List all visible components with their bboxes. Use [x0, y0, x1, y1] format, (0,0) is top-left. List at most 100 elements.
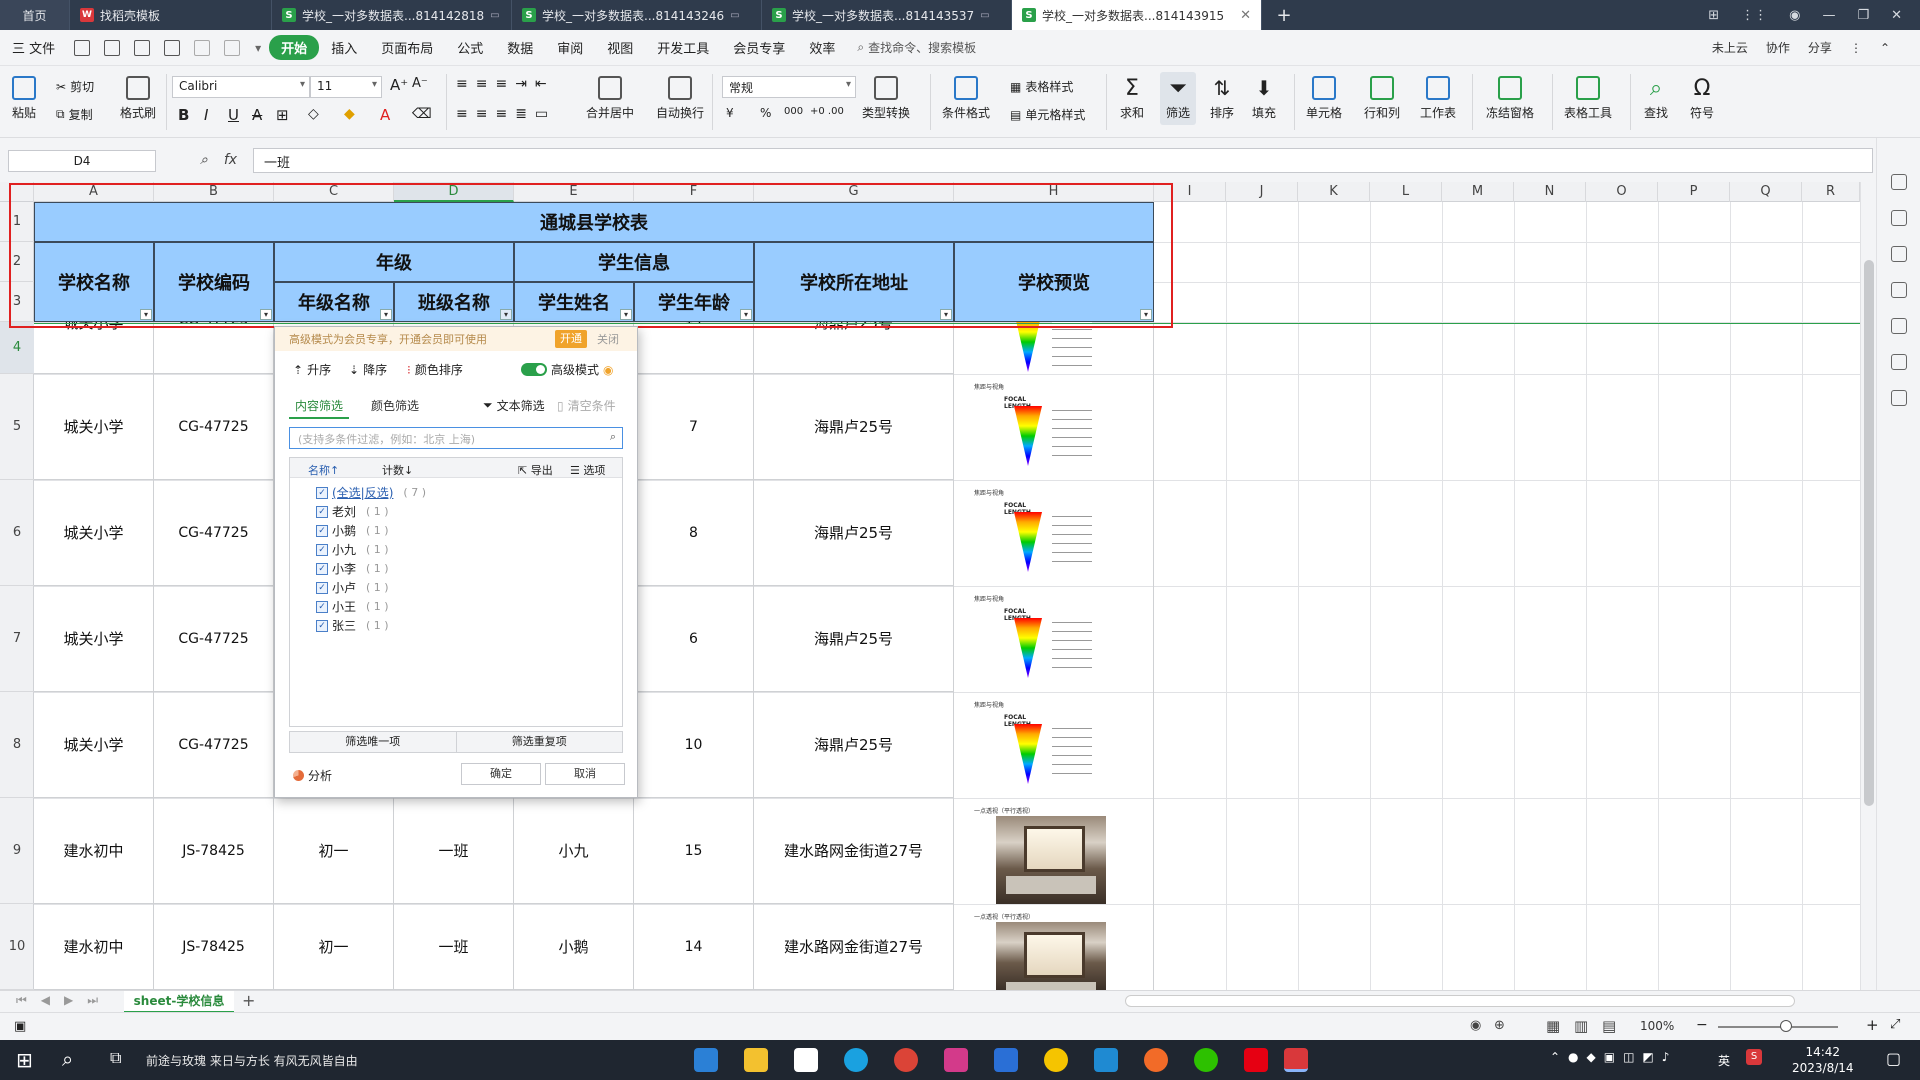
highlight-icon[interactable]: ◆: [344, 106, 355, 122]
row-header-6[interactable]: 6: [0, 480, 34, 586]
page-layout-icon[interactable]: ▥: [1574, 1017, 1588, 1035]
formula-input[interactable]: 一班: [253, 148, 1873, 173]
fill-color-icon[interactable]: ◇: [308, 106, 319, 122]
decimal-buttons[interactable]: +0 .00: [810, 106, 844, 117]
menu-review[interactable]: 审阅: [545, 38, 595, 57]
sheet-nav-arrows[interactable]: ⏮◀▶⏭: [16, 993, 112, 1008]
column-header-k[interactable]: K: [1298, 182, 1370, 202]
row-header-9[interactable]: 9: [0, 798, 34, 904]
column-header-i[interactable]: I: [1154, 182, 1226, 202]
filter-item[interactable]: ✓ 小九 ( 1 ): [316, 541, 389, 558]
sort-asc-button[interactable]: ⇡ 升序: [293, 361, 331, 378]
wps-tray-icon[interactable]: S: [1746, 1049, 1762, 1065]
column-header-f[interactable]: F: [634, 182, 754, 202]
file-menu[interactable]: 三 文件: [0, 38, 67, 57]
column-header-c[interactable]: C: [274, 182, 394, 202]
filter-button[interactable]: ⏷ 筛选: [1160, 72, 1197, 125]
export-icon[interactable]: [104, 39, 121, 56]
menu-developer[interactable]: 开发工具: [645, 38, 721, 57]
tab-docer[interactable]: W 找稻壳模板: [70, 0, 272, 30]
cell-g9[interactable]: 建水路网金街道27号: [754, 798, 954, 904]
export-button[interactable]: ⇱ 导出: [518, 462, 553, 478]
symbol-button[interactable]: Ω 符号: [1690, 76, 1714, 121]
column-header-p[interactable]: P: [1658, 182, 1730, 202]
filter-dropdown-icon[interactable]: ▾: [260, 309, 272, 320]
column-header-n[interactable]: N: [1514, 182, 1586, 202]
minimize-icon[interactable]: —: [1822, 8, 1835, 23]
image-icon[interactable]: [1891, 318, 1907, 334]
webstorm-icon[interactable]: [994, 1048, 1018, 1072]
zoom-level[interactable]: 100%: [1640, 1019, 1674, 1033]
checkbox-checked[interactable]: ✓: [316, 505, 328, 518]
menu-page-layout[interactable]: 页面布局: [369, 38, 445, 57]
zoom-slider[interactable]: [1718, 1026, 1838, 1028]
print-icon[interactable]: [134, 39, 151, 56]
color-sort-button[interactable]: ⁝ 颜色排序: [407, 361, 463, 378]
column-header-l[interactable]: L: [1370, 182, 1442, 202]
view-toggle-icon[interactable]: ⊕: [1494, 1018, 1505, 1033]
column-header-e[interactable]: E: [514, 182, 634, 202]
sliders-icon[interactable]: [1891, 246, 1907, 262]
undo-icon[interactable]: [194, 39, 211, 56]
conditional-format-button[interactable]: 条件格式: [942, 76, 990, 121]
header-student-age[interactable]: 学生年龄 ▾: [634, 282, 754, 322]
row-header-1[interactable]: 1: [0, 202, 34, 242]
wechat-icon[interactable]: [1194, 1048, 1218, 1072]
column-header-h[interactable]: H: [954, 182, 1154, 202]
filter-dropdown-icon[interactable]: ▾: [1140, 309, 1152, 320]
options-button[interactable]: ☰ 选项: [570, 462, 605, 478]
column-header-b[interactable]: B: [154, 182, 274, 202]
cut-button[interactable]: ✂ 剪切: [56, 78, 94, 95]
header-grade[interactable]: 年级: [274, 242, 514, 282]
row-header-5[interactable]: 5: [0, 374, 34, 480]
more-icon[interactable]: ⋮: [1850, 41, 1862, 55]
pin-icon[interactable]: [1891, 174, 1907, 190]
table-title[interactable]: 通城县学校表: [34, 202, 1154, 242]
news-ticker[interactable]: 前途与玫瑰 来日与方长 有风无风皆自由: [146, 1052, 358, 1069]
clear-conditions-button[interactable]: ▯ 清空条件: [557, 397, 616, 414]
table-style-button[interactable]: ▦ 表格样式: [1010, 78, 1073, 95]
filter-dropdown-icon-active[interactable]: ▾: [500, 309, 512, 320]
filter-item[interactable]: ✓ 老刘 ( 1 ): [316, 503, 389, 520]
sheet-tab[interactable]: sheet-学校信息: [124, 991, 234, 1013]
tab-content-filter[interactable]: 内容筛选: [289, 397, 350, 419]
sort-button[interactable]: ⇅ 排序: [1210, 76, 1234, 121]
underline-button[interactable]: U: [228, 106, 239, 124]
cell-a9[interactable]: 建水初中: [34, 798, 154, 904]
column-header-m[interactable]: M: [1442, 182, 1514, 202]
shield-icon[interactable]: [1891, 354, 1907, 370]
cell-g5[interactable]: 海鼎卢25号: [754, 374, 954, 480]
restore-icon[interactable]: ❐: [1857, 8, 1869, 23]
zoom-slider-knob[interactable]: [1780, 1020, 1792, 1032]
checkbox-checked[interactable]: ✓: [316, 524, 328, 537]
file-explorer-icon[interactable]: [744, 1048, 768, 1072]
filter-item[interactable]: ✓ 小鹅 ( 1 ): [316, 522, 389, 539]
analyze-button[interactable]: 分析: [293, 767, 332, 784]
book-icon[interactable]: [1891, 390, 1907, 406]
close-icon[interactable]: ✕: [1240, 8, 1251, 23]
chrome-icon[interactable]: [894, 1048, 918, 1072]
share-button[interactable]: 分享: [1808, 39, 1832, 56]
column-header-d[interactable]: D: [394, 182, 514, 202]
checkbox-checked[interactable]: ✓: [316, 619, 328, 632]
cell-g8[interactable]: 海鼎卢25号: [754, 692, 954, 798]
cell-b9[interactable]: JS-78425: [154, 798, 274, 904]
advanced-mode-toggle[interactable]: 高级模式 ◉: [521, 361, 614, 378]
collaborate-button[interactable]: 协作: [1766, 39, 1790, 56]
checkbox-checked[interactable]: ✓: [316, 581, 328, 594]
filter-dropdown-icon[interactable]: ▾: [380, 309, 392, 320]
filter-dropdown-icon[interactable]: ▾: [620, 309, 632, 320]
row-header-7[interactable]: 7: [0, 586, 34, 692]
cell-f6[interactable]: 8: [634, 480, 754, 586]
jetbrains-icon[interactable]: [944, 1048, 968, 1072]
avatar[interactable]: ◉: [1789, 8, 1800, 23]
wrap-text-button[interactable]: 自动换行: [656, 76, 704, 121]
preview-image-lens[interactable]: 焦距与视角 FOCALLENGTH: [964, 484, 1144, 582]
strikethrough-button[interactable]: A: [252, 106, 262, 124]
header-school-code[interactable]: 学校编码 ▾: [154, 242, 274, 322]
checkbox-checked[interactable]: ✓: [316, 562, 328, 575]
new-tab-button[interactable]: +: [1262, 0, 1306, 30]
font-size-select[interactable]: 11: [310, 76, 382, 98]
font-shrink-button[interactable]: A⁻: [412, 76, 428, 91]
fx-icon[interactable]: fx: [224, 152, 237, 168]
